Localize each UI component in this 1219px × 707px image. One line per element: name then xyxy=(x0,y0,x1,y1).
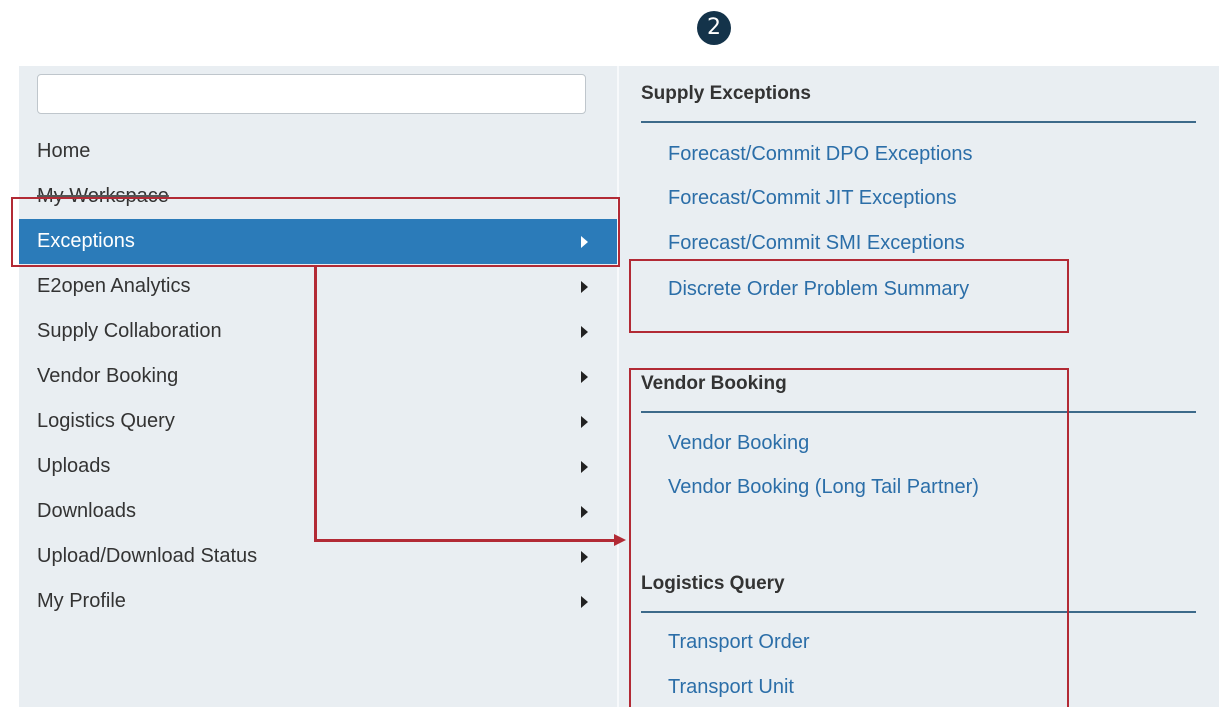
submenu-arrow-icon xyxy=(581,551,588,563)
section-title-logistics-query: Logistics Query xyxy=(641,573,785,594)
nav-item-label: Supply Collaboration xyxy=(37,320,222,342)
menu-search-input[interactable] xyxy=(37,74,586,114)
nav-item-label: Downloads xyxy=(37,500,136,522)
nav-item-label: Uploads xyxy=(37,455,111,477)
submenu-arrow-icon xyxy=(581,326,588,338)
link-vendor-booking-long-tail-partner[interactable]: Vendor Booking (Long Tail Partner) xyxy=(668,476,979,499)
submenu-arrow-icon xyxy=(581,596,588,608)
step-number-badge: 2 xyxy=(697,11,731,45)
section-divider xyxy=(641,121,1196,123)
section-divider xyxy=(641,411,1196,413)
submenu-arrow-icon xyxy=(581,416,588,428)
submenu-arrow-icon xyxy=(581,461,588,473)
submenu-column: Supply Exceptions Forecast/Commit DPO Ex… xyxy=(619,66,1219,707)
connector-line-horizontal xyxy=(314,539,615,542)
submenu-arrow-icon xyxy=(581,236,588,248)
nav-item-label: E2open Analytics xyxy=(37,275,191,297)
nav-item-label: Upload/Download Status xyxy=(37,545,258,567)
link-forecast-commit-jit-exceptions[interactable]: Forecast/Commit JIT Exceptions xyxy=(668,187,957,210)
nav-item-label: My Profile xyxy=(37,590,126,612)
section-title-vendor-booking: Vendor Booking xyxy=(641,373,787,394)
submenu-arrow-icon xyxy=(581,506,588,518)
link-forecast-commit-dpo-exceptions[interactable]: Forecast/Commit DPO Exceptions xyxy=(668,143,973,166)
nav-item-logistics-query[interactable]: Logistics Query xyxy=(19,399,617,444)
link-discrete-order-problem-summary[interactable]: Discrete Order Problem Summary xyxy=(668,278,969,301)
nav-item-supply-collaboration[interactable]: Supply Collaboration xyxy=(19,309,617,354)
connector-line-vertical xyxy=(314,266,317,542)
nav-item-e2open-analytics[interactable]: E2open Analytics xyxy=(19,264,617,309)
nav-item-vendor-booking[interactable]: Vendor Booking xyxy=(19,354,617,399)
nav-item-home[interactable]: Home xyxy=(19,129,617,174)
nav-item-downloads[interactable]: Downloads xyxy=(19,489,617,534)
nav-item-label: My Workspace xyxy=(37,185,169,207)
link-transport-order[interactable]: Transport Order xyxy=(668,631,810,654)
link-transport-unit[interactable]: Transport Unit xyxy=(668,676,794,699)
link-vendor-booking[interactable]: Vendor Booking xyxy=(668,432,809,455)
nav-item-my-profile[interactable]: My Profile xyxy=(19,579,617,624)
nav-item-my-workspace[interactable]: My Workspace xyxy=(19,174,617,219)
submenu-arrow-icon xyxy=(581,281,588,293)
section-divider xyxy=(641,611,1196,613)
link-forecast-commit-smi-exceptions[interactable]: Forecast/Commit SMI Exceptions xyxy=(668,232,965,255)
section-title-supply-exceptions: Supply Exceptions xyxy=(641,83,811,104)
nav-item-label: Logistics Query xyxy=(37,410,175,432)
navigation-menu-panel: Home My Workspace Exceptions E2open Anal… xyxy=(19,66,1219,707)
nav-item-exceptions[interactable]: Exceptions xyxy=(19,219,617,264)
arrow-right-icon xyxy=(614,534,626,546)
main-nav-list: Home My Workspace Exceptions E2open Anal… xyxy=(19,129,617,624)
nav-item-label: Vendor Booking xyxy=(37,365,179,387)
nav-item-label: Home xyxy=(37,140,91,162)
nav-item-label: Exceptions xyxy=(37,230,135,252)
submenu-arrow-icon xyxy=(581,371,588,383)
nav-item-uploads[interactable]: Uploads xyxy=(19,444,617,489)
main-nav-column: Home My Workspace Exceptions E2open Anal… xyxy=(19,66,617,707)
